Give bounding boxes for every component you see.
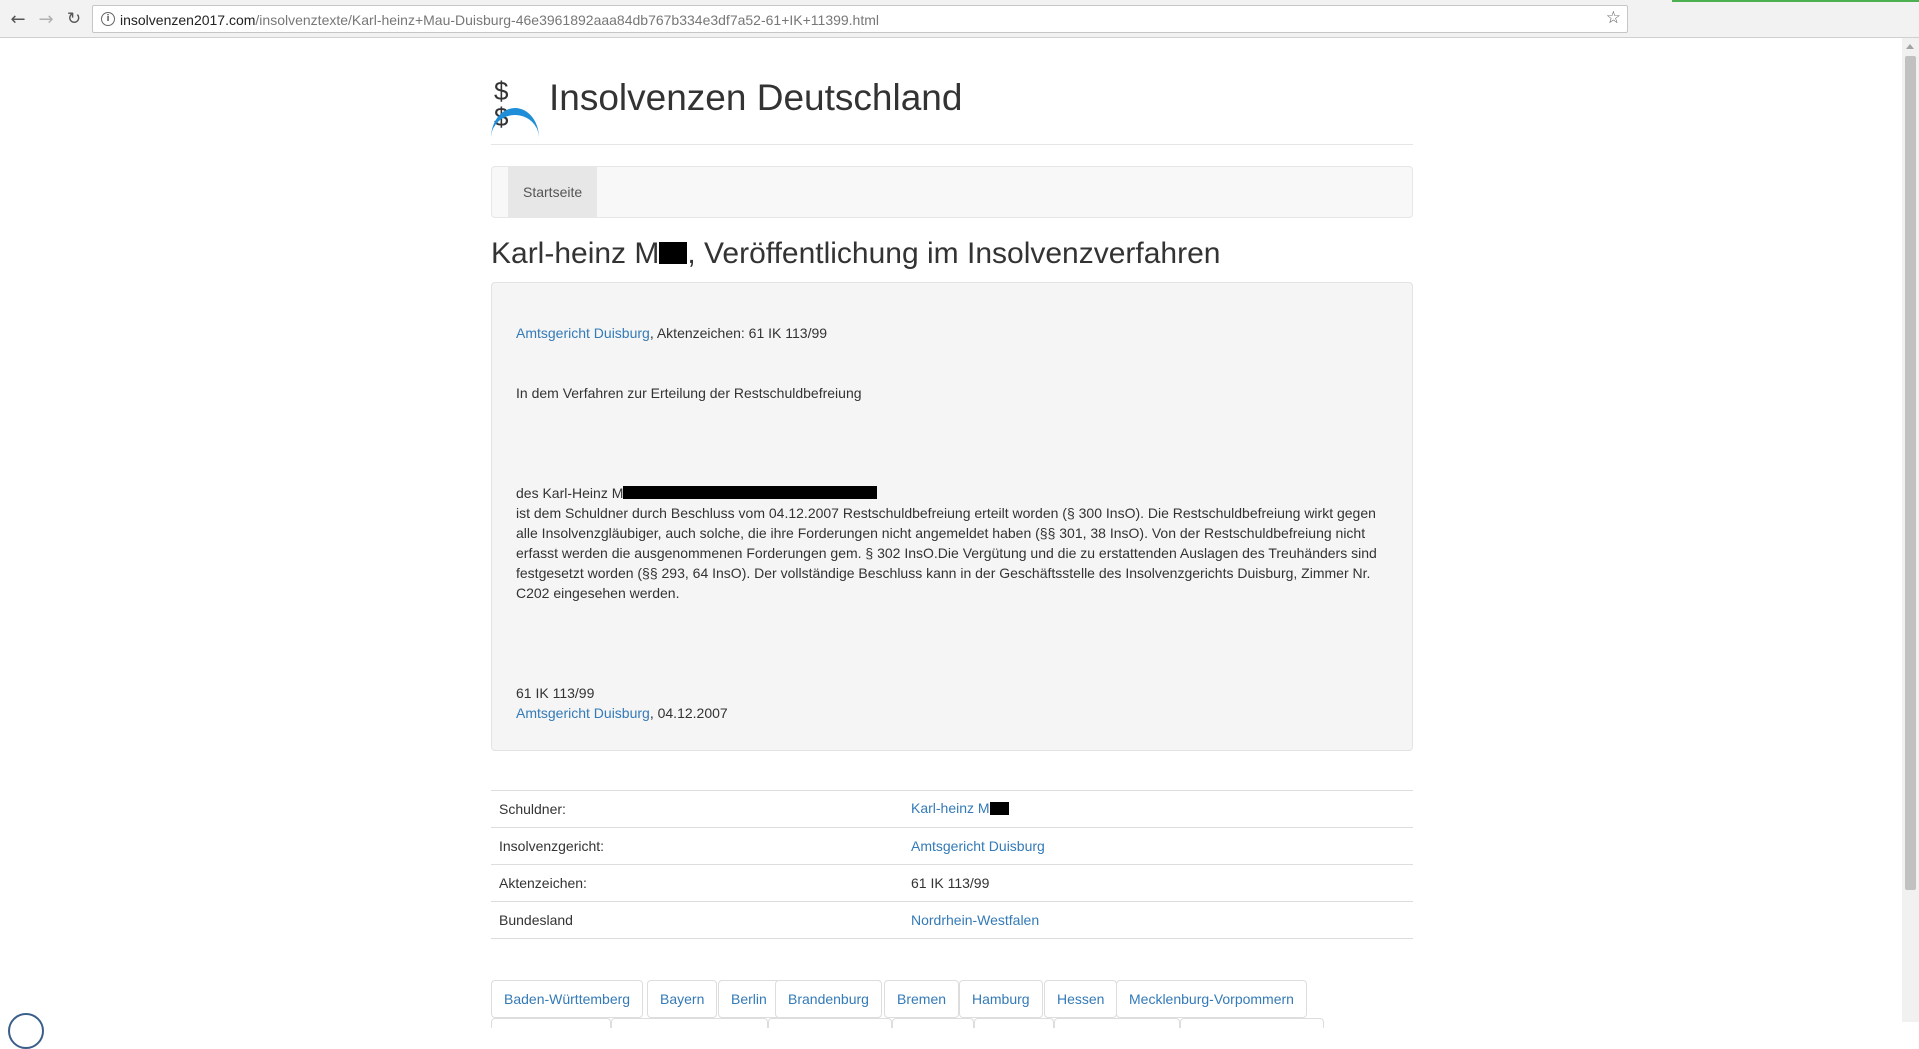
info-value: Nordrhein-Westfalen bbox=[903, 901, 1413, 939]
state-tab[interactable]: Hessen bbox=[1044, 980, 1118, 1018]
url-host: insolvenzen2017.com bbox=[120, 12, 256, 28]
debtor-text: des Karl-Heinz M bbox=[516, 485, 624, 501]
info-key: Insolvenzgericht: bbox=[491, 827, 903, 865]
notice-debtor-line: des Karl-Heinz M bbox=[516, 483, 1388, 503]
site-brand[interactable]: Insolvenzen Deutschland bbox=[549, 77, 962, 119]
info-value: 61 IK 113/99 bbox=[903, 864, 1413, 902]
notice-panel: Amtsgericht Duisburg, Aktenzeichen: 61 I… bbox=[491, 282, 1413, 751]
debtor-link[interactable]: Karl-heinz M bbox=[911, 800, 1009, 816]
court-value-link[interactable]: Amtsgericht Duisburg bbox=[911, 838, 1045, 854]
info-value: Karl-heinz M bbox=[903, 790, 1413, 828]
table-row: Bundesland Nordrhein-Westfalen bbox=[491, 901, 1413, 939]
state-tab-row2[interactable] bbox=[1054, 1018, 1180, 1028]
notice-footer-case: 61 IK 113/99 bbox=[516, 685, 595, 701]
state-value-link[interactable]: Nordrhein-Westfalen bbox=[911, 912, 1039, 928]
notice-body: ist dem Schuldner durch Beschluss vom 04… bbox=[516, 505, 1377, 601]
redaction-block bbox=[659, 242, 688, 265]
scroll-thumb[interactable] bbox=[1905, 56, 1916, 890]
state-tab-row2[interactable] bbox=[892, 1018, 974, 1028]
page-title: Karl-heinz M , Veröffentlichung im Insolv… bbox=[491, 237, 1220, 271]
table-row: Schuldner: Karl-heinz M bbox=[491, 790, 1413, 828]
debtor-link-text: Karl-heinz M bbox=[911, 800, 990, 817]
case-ref-text: , Aktenzeichen: 61 IK 113/99 bbox=[649, 325, 828, 341]
info-value: Amtsgericht Duisburg bbox=[903, 827, 1413, 865]
state-tab[interactable]: Bremen bbox=[884, 980, 960, 1018]
nav-home[interactable]: Startseite bbox=[508, 167, 598, 217]
state-tab-row2[interactable] bbox=[768, 1018, 892, 1028]
reload-button[interactable]: ↻ bbox=[62, 7, 86, 31]
site-logo[interactable]: $ $ bbox=[491, 78, 541, 130]
state-tab-row2[interactable] bbox=[491, 1018, 611, 1028]
table-row: Insolvenzgericht: Amtsgericht Duisburg bbox=[491, 827, 1413, 865]
state-tab[interactable]: Bayern bbox=[647, 980, 718, 1018]
arrow-right-icon: → bbox=[38, 8, 54, 30]
loading-indicator bbox=[1672, 0, 1919, 2]
state-tab[interactable]: Brandenburg bbox=[775, 980, 882, 1018]
info-key: Bundesland bbox=[491, 901, 903, 939]
info-key: Aktenzeichen: bbox=[491, 864, 903, 902]
url-text[interactable]: insolvenzen2017.com/insolvenztexte/Karl-… bbox=[120, 12, 879, 28]
url-path: /insolvenztexte/Karl-heinz+Mau-Duisburg-… bbox=[255, 12, 880, 28]
state-tab-row2[interactable] bbox=[611, 1018, 768, 1028]
vertical-scrollbar[interactable] bbox=[1902, 38, 1919, 1022]
back-button[interactable]: ← bbox=[6, 7, 30, 31]
star-icon[interactable]: ☆ bbox=[1606, 8, 1621, 28]
state-tab[interactable]: Berlin bbox=[718, 980, 780, 1018]
info-key: Schuldner: bbox=[491, 790, 903, 828]
browser-toolbar: ← → ↻ i insolvenzen2017.com/insolvenztex… bbox=[0, 0, 1919, 38]
table-row: Aktenzeichen: 61 IK 113/99 bbox=[491, 864, 1413, 902]
notice-intro: In dem Verfahren zur Erteilung der Rests… bbox=[516, 385, 862, 401]
footer-date: , 04.12.2007 bbox=[649, 705, 728, 721]
notice-court-line: Amtsgericht Duisburg, Aktenzeichen: 61 I… bbox=[516, 323, 1388, 343]
scroll-up-arrow-icon[interactable] bbox=[1906, 44, 1914, 49]
redaction-block bbox=[623, 486, 878, 500]
redaction-block bbox=[989, 801, 1009, 815]
info-table: Schuldner: Karl-heinz M Insolvenzgericht… bbox=[491, 790, 1413, 939]
main-navbar: Startseite bbox=[491, 166, 1413, 218]
state-tab[interactable]: Hamburg bbox=[959, 980, 1043, 1018]
title-name: Karl-heinz M bbox=[491, 237, 660, 270]
state-tab[interactable]: Mecklenburg-Vorpommern bbox=[1116, 980, 1307, 1018]
forward-button[interactable]: → bbox=[34, 7, 58, 31]
chat-widget-icon[interactable] bbox=[8, 1013, 44, 1049]
site-header: $ $ Insolvenzen Deutschland bbox=[491, 38, 1413, 145]
state-tab-row2[interactable] bbox=[1180, 1018, 1324, 1028]
notice-footer-line: Amtsgericht Duisburg, 04.12.2007 bbox=[516, 703, 1388, 723]
page-container: $ $ Insolvenzen Deutschland Startseite K… bbox=[491, 38, 1413, 1028]
arrow-left-icon: ← bbox=[10, 8, 26, 30]
address-bar[interactable]: i insolvenzen2017.com/insolvenztexte/Kar… bbox=[92, 5, 1628, 33]
state-tab-row2[interactable] bbox=[974, 1018, 1054, 1028]
footer-court-link[interactable]: Amtsgericht Duisburg bbox=[516, 705, 650, 721]
info-icon[interactable]: i bbox=[101, 12, 115, 26]
title-suffix: , Veröffentlichung im Insolvenzverfahren bbox=[687, 237, 1221, 270]
reload-icon: ↻ bbox=[66, 9, 82, 29]
state-tab[interactable]: Baden-Württemberg bbox=[491, 980, 644, 1018]
court-link[interactable]: Amtsgericht Duisburg bbox=[516, 325, 650, 341]
